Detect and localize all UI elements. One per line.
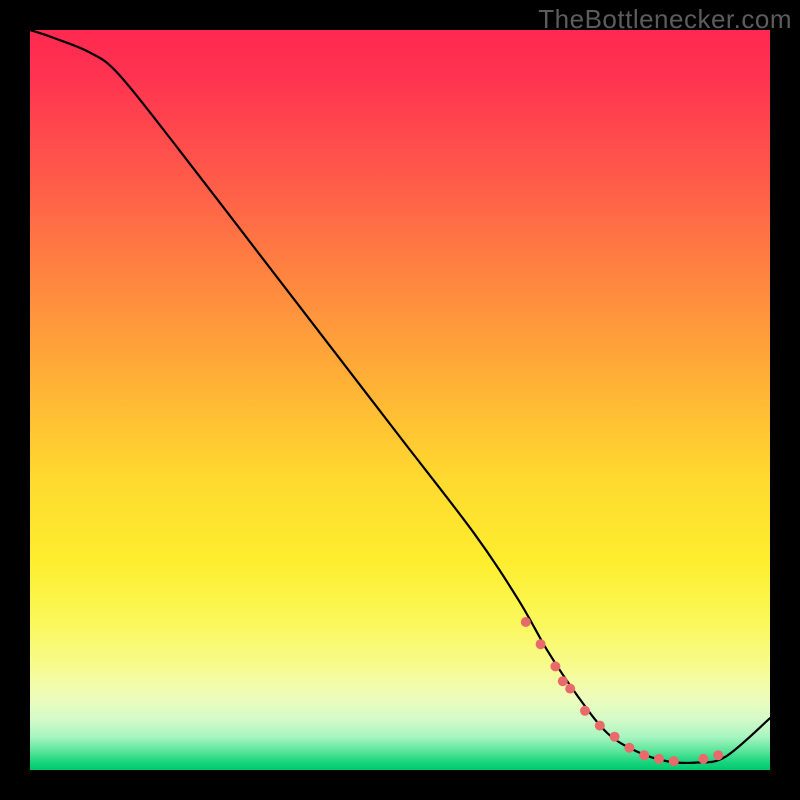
watermark-text: TheBottlenecker.com bbox=[538, 4, 792, 35]
highlight-marker bbox=[595, 721, 605, 731]
highlight-marker bbox=[558, 676, 568, 686]
highlight-marker bbox=[698, 754, 708, 764]
highlight-marker bbox=[669, 756, 679, 766]
chart-frame: TheBottlenecker.com bbox=[0, 0, 800, 800]
highlight-marker bbox=[610, 732, 620, 742]
highlight-marker bbox=[654, 754, 664, 764]
highlight-marker bbox=[565, 684, 575, 694]
highlight-marker bbox=[521, 617, 531, 627]
highlight-marker bbox=[536, 639, 546, 649]
highlight-marker bbox=[580, 706, 590, 716]
plot-area bbox=[30, 30, 770, 770]
highlight-marker bbox=[550, 661, 560, 671]
highlight-marker bbox=[713, 750, 723, 760]
bottleneck-curve bbox=[30, 30, 770, 763]
highlight-marker bbox=[624, 743, 634, 753]
highlight-marker bbox=[639, 750, 649, 760]
curve-layer bbox=[30, 30, 770, 770]
